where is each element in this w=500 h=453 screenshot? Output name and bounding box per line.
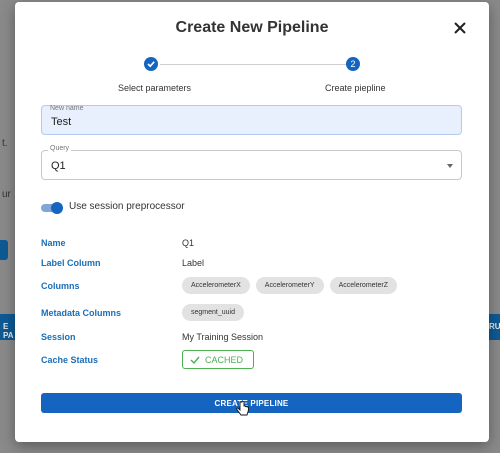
background-toolbar-left: E PA bbox=[0, 314, 15, 340]
name-field-value: Test bbox=[51, 116, 72, 128]
background-text-fragment: t. bbox=[2, 138, 8, 149]
detail-key-label-column: Label Column bbox=[41, 258, 101, 268]
query-select-label: Query bbox=[48, 145, 72, 152]
query-select[interactable]: Query Q1 bbox=[41, 145, 462, 180]
detail-key-columns: Columns bbox=[41, 281, 80, 291]
session-preprocessor-label: Use session preprocessor bbox=[69, 201, 185, 212]
cache-status-badge: CACHED bbox=[182, 350, 254, 369]
check-icon bbox=[147, 61, 155, 68]
detail-key-name: Name bbox=[41, 238, 66, 248]
detail-key-cache-status: Cache Status bbox=[41, 355, 99, 365]
query-select-value: Q1 bbox=[51, 160, 66, 172]
close-button[interactable] bbox=[451, 19, 469, 37]
background-toolbar-text: E PA bbox=[3, 322, 14, 340]
name-field-label: New name bbox=[50, 105, 84, 112]
check-icon bbox=[190, 356, 200, 365]
column-chip: AccelerometerY bbox=[255, 277, 324, 294]
step-1-completed bbox=[144, 57, 158, 71]
toggle-thumb bbox=[51, 202, 63, 214]
cache-status-text: CACHED bbox=[205, 355, 244, 365]
column-chip: AccelerometerX bbox=[182, 277, 250, 294]
step-2-active: 2 bbox=[346, 57, 360, 71]
step-1-label: Select parameters bbox=[118, 83, 192, 93]
dropdown-arrow-icon bbox=[447, 164, 453, 168]
step-connector bbox=[160, 64, 346, 65]
hand-cursor-icon bbox=[236, 401, 249, 416]
detail-key-metadata-columns: Metadata Columns bbox=[41, 308, 122, 318]
dialog-title: Create New Pipeline bbox=[175, 19, 329, 36]
detail-value-label-column: Label bbox=[182, 258, 205, 268]
background-button bbox=[0, 240, 8, 260]
detail-value-name: Q1 bbox=[182, 238, 195, 248]
name-field[interactable]: New name Test bbox=[41, 105, 462, 135]
columns-chip-list: AccelerometerX AccelerometerY Accelerome… bbox=[182, 277, 397, 294]
close-icon bbox=[454, 22, 466, 34]
detail-value-session: My Training Session bbox=[182, 332, 264, 342]
background-text-fragment: ur bbox=[2, 189, 11, 200]
background-toolbar-text: RU bbox=[489, 322, 500, 331]
metadata-chip-list: segment_uuid bbox=[182, 304, 244, 321]
metadata-chip: segment_uuid bbox=[182, 304, 244, 321]
step-2-label: Create piepline bbox=[325, 83, 386, 93]
create-pipeline-button[interactable]: CREATE PIPELINE bbox=[41, 393, 462, 413]
column-chip: AccelerometerZ bbox=[329, 277, 397, 294]
create-pipeline-dialog: Create New Pipeline 2 Select parameters … bbox=[15, 2, 489, 442]
session-preprocessor-toggle[interactable] bbox=[41, 202, 63, 214]
detail-key-session: Session bbox=[41, 332, 76, 342]
